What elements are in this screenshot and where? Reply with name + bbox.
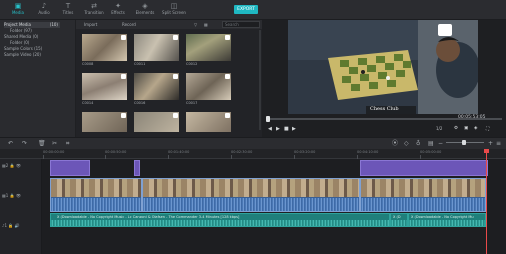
media-thumb[interactable] xyxy=(186,112,231,132)
video-preview[interactable]: Chess Club xyxy=(288,20,478,114)
playhead-handle[interactable] xyxy=(484,149,489,153)
shield-icon[interactable]: ◇ xyxy=(404,140,409,148)
clip-frames xyxy=(361,179,485,197)
record-dropdown[interactable]: Record xyxy=(122,21,136,28)
redo-icon[interactable]: ↷ xyxy=(22,140,27,148)
playhead[interactable] xyxy=(486,149,487,254)
media-library: Import Record ▽ ▦ Search C0008 C0011 C00… xyxy=(76,20,262,137)
media-toolbar: Import Record ▽ ▦ Search xyxy=(76,20,262,29)
timeline-tracks: X (Downloadable - No Copyright Music - L… xyxy=(42,159,506,254)
split-screen-icon: ◫ xyxy=(170,2,178,10)
check-icon xyxy=(121,74,126,79)
snapshot-icon[interactable]: ▤ xyxy=(428,140,434,148)
toolbar-tab-transition[interactable]: ⇄ Transition xyxy=(82,2,106,19)
video-caption: Chess Club xyxy=(370,106,399,112)
undo-icon[interactable]: ↶ xyxy=(8,140,13,148)
transition-icon: ⇄ xyxy=(91,2,97,10)
cut-icon[interactable]: ✂ xyxy=(52,140,57,148)
video-clip[interactable] xyxy=(50,178,142,212)
media-thumb[interactable] xyxy=(186,73,231,100)
video-clip[interactable] xyxy=(360,178,486,212)
audio-clip[interactable]: X (Downloadable - No Copyright Music - L… xyxy=(50,213,390,227)
audio-track-controls[interactable]: ♪1 🔒 🔊 xyxy=(2,223,20,228)
track-1-controls[interactable]: ▦1 🔒 👁 xyxy=(2,193,21,198)
track-headers: ▦2 🔒 👁 ▦1 🔒 👁 ♪1 🔒 🔊 xyxy=(0,159,42,254)
toolbar-tab-effects[interactable]: ✦ Effects xyxy=(106,2,130,19)
import-dropdown[interactable]: Import xyxy=(84,21,97,28)
media-thumb[interactable] xyxy=(134,112,179,132)
mic-icon[interactable]: ♁ xyxy=(416,140,420,148)
check-icon xyxy=(225,113,230,118)
media-thumb[interactable] xyxy=(82,112,127,132)
check-icon xyxy=(225,74,230,79)
toolbar-tab-titles[interactable]: T Titles xyxy=(56,2,80,19)
export-button[interactable]: EXPORT xyxy=(234,5,258,14)
music-note-icon: ♪ xyxy=(41,2,47,10)
preview-panel: Chess Club 00:05:53:05 ◀ ▶ ■ ▶ 1/2 ⚙ ▣ ◈… xyxy=(262,20,506,137)
step-back-icon[interactable]: ◀ xyxy=(268,126,272,132)
audio-clip[interactable]: X (D xyxy=(390,213,408,227)
media-thumb[interactable] xyxy=(134,73,179,100)
clip-frames xyxy=(143,179,359,197)
check-icon xyxy=(173,74,178,79)
media-folder-tree: Project Media (10) Folder (97) Shared Me… xyxy=(0,20,76,153)
tree-item-sample-video[interactable]: Sample Video (20) xyxy=(4,52,41,58)
titles-icon: T xyxy=(65,2,71,10)
play-icon[interactable]: ▶ xyxy=(276,126,280,132)
zoom-out-icon[interactable]: − xyxy=(438,140,443,148)
media-thumb[interactable] xyxy=(82,73,127,100)
toolbar-tab-elements[interactable]: ◈ Elements xyxy=(133,2,157,19)
delete-icon[interactable]: 🗑 xyxy=(38,140,46,148)
camera-icon[interactable]: ▣ xyxy=(464,126,468,131)
media-thumb[interactable] xyxy=(82,34,127,61)
menu-icon[interactable]: ≡ xyxy=(496,140,501,148)
filter-icon[interactable]: ▽ xyxy=(194,21,197,28)
audio-clip[interactable]: X (Downloadable - No Copyright Mu xyxy=(408,213,486,227)
render-icon[interactable]: ⦿ xyxy=(392,140,398,148)
volume-icon[interactable]: ◈ xyxy=(474,126,477,131)
overlay-clip[interactable] xyxy=(134,160,140,176)
clip-waveform xyxy=(143,198,359,211)
crop-icon[interactable]: ⌗ xyxy=(66,140,69,148)
toolbar-tab-media[interactable]: ▣ Media xyxy=(6,2,30,19)
top-toolbar: ▣ Media ♪ Audio T Titles ⇄ Transition ✦ … xyxy=(0,0,506,20)
check-icon xyxy=(173,35,178,40)
toolbar-tab-split-screen[interactable]: ◫ Split Screen xyxy=(162,2,186,19)
scrub-handle[interactable] xyxy=(266,116,270,122)
step-forward-icon[interactable]: ▶ xyxy=(292,126,296,132)
elements-icon: ◈ xyxy=(142,2,148,10)
video-clip[interactable] xyxy=(142,178,360,212)
clip-frames xyxy=(51,179,141,197)
zoom-in-icon[interactable]: + xyxy=(488,140,493,148)
clip-waveform xyxy=(51,198,141,211)
media-scrollbar[interactable] xyxy=(259,30,261,130)
zoom-slider-handle[interactable] xyxy=(462,140,466,145)
clip-waveform xyxy=(361,198,485,211)
video-frame xyxy=(288,20,478,114)
media-thumb[interactable] xyxy=(186,34,231,61)
timeline-toolbar: ↶ ↷ 🗑 ✂ ⌗ ⦿ ◇ ♁ ▤ − + ≡ xyxy=(0,137,506,149)
audio-waveform xyxy=(409,220,485,226)
audio-waveform xyxy=(51,220,389,226)
check-icon xyxy=(173,113,178,118)
stop-icon[interactable]: ■ xyxy=(284,126,289,132)
effects-icon: ✦ xyxy=(115,2,121,10)
track-2-controls[interactable]: ▦2 🔒 👁 xyxy=(2,163,21,168)
timeline-ruler[interactable]: 00:00:00:00 00:00:50:00 00:01:40:00 00:0… xyxy=(0,149,506,159)
settings-icon[interactable]: ⚙ xyxy=(454,126,458,131)
check-icon xyxy=(121,113,126,118)
toolbar-tab-audio[interactable]: ♪ Audio xyxy=(32,2,56,19)
media-icon: ▣ xyxy=(14,2,22,10)
preview-ratio[interactable]: 1/2 xyxy=(436,126,442,131)
overlay-clip[interactable] xyxy=(360,160,488,176)
check-icon xyxy=(121,35,126,40)
fullscreen-icon[interactable]: ⛶ xyxy=(486,126,489,132)
audio-waveform xyxy=(391,220,407,226)
overlay-clip[interactable] xyxy=(50,160,90,176)
grid-view-icon[interactable]: ▦ xyxy=(204,21,208,28)
check-icon xyxy=(225,35,230,40)
preview-timecode: 00:05:53:05 xyxy=(458,115,486,120)
media-thumb[interactable] xyxy=(134,34,179,61)
search-input[interactable]: Search xyxy=(222,21,260,28)
